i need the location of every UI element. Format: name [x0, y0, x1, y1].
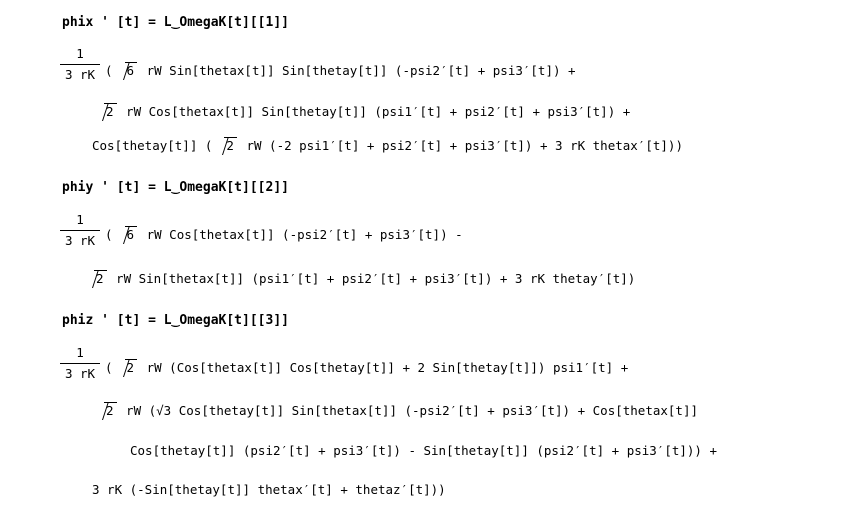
fraction-denominator: 3 rK — [64, 67, 96, 82]
input-cell-phix[interactable]: phix ' [t] = L‿OmegaK[t][[1]] — [62, 14, 289, 32]
fraction-denominator: 3 rK — [64, 366, 96, 381]
sqrt-symbol: 2 — [92, 103, 117, 121]
sqrt-symbol: 2 — [212, 137, 237, 155]
sqrt-symbol: 6 — [113, 62, 138, 80]
expr-text: rW Sin[thetax[t]] (psi1′[t] + psi2′[t] +… — [108, 271, 636, 286]
output-line: 2 rW Cos[thetax[t]] Sin[thetay[t]] (psi1… — [92, 103, 630, 121]
expr-text: rW Cos[thetax[t]] Sin[thetay[t]] (psi1′[… — [118, 104, 631, 119]
sqrt-symbol: 6 — [113, 226, 138, 244]
expr-text: Cos[thetay[t]] (psi2′[t] + psi3′[t]) - S… — [130, 443, 717, 458]
expr-text: ( — [105, 63, 113, 78]
fraction-one-third-rk: 1 3 rK — [60, 212, 100, 249]
expr-text: rW (√3 Cos[thetay[t]] Sin[thetax[t]] (-p… — [118, 403, 699, 418]
input-cell-phiy[interactable]: phiy ' [t] = L‿OmegaK[t][[2]] — [62, 179, 289, 197]
fraction-one-third-rk: 1 3 rK — [60, 345, 100, 382]
fraction-numerator: 1 — [76, 212, 84, 227]
expr-text: Cos[thetay[t]] ( — [92, 138, 213, 153]
input-cell-phiz[interactable]: phiz ' [t] = L‿OmegaK[t][[3]] — [62, 312, 289, 330]
sqrt-symbol: 2 — [113, 359, 138, 377]
sqrt-symbol: 2 — [92, 402, 117, 420]
output-line: Cos[thetay[t]] (psi2′[t] + psi3′[t]) - S… — [130, 442, 717, 460]
expr-text: 3 rK (-Sin[thetay[t]] thetax′[t] + theta… — [92, 482, 446, 497]
output-line: 2 rW (√3 Cos[thetay[t]] Sin[thetax[t]] (… — [92, 402, 698, 420]
fraction-numerator: 1 — [76, 345, 84, 360]
expr-text: rW (-2 psi1′[t] + psi2′[t] + psi3′[t]) +… — [238, 138, 683, 153]
fraction-numerator: 1 — [76, 46, 84, 61]
expr-text: ( — [105, 227, 113, 242]
output-line: (6 rW Sin[thetax[t]] Sin[thetay[t]] (-ps… — [105, 62, 576, 80]
fraction-denominator: 3 rK — [64, 233, 96, 248]
fraction-bar — [60, 230, 100, 231]
fraction-bar — [60, 363, 100, 364]
output-line: (6 rW Cos[thetax[t]] (-psi2′[t] + psi3′[… — [105, 226, 463, 244]
expr-text: rW (Cos[thetax[t]] Cos[thetay[t]] + 2 Si… — [139, 360, 629, 375]
sqrt-symbol: 2 — [82, 270, 107, 288]
expr-text: ( — [105, 360, 113, 375]
fraction-one-third-rk: 1 3 rK — [60, 46, 100, 83]
output-line: 2 rW Sin[thetax[t]] (psi1′[t] + psi2′[t]… — [82, 270, 635, 288]
fraction-bar — [60, 64, 100, 65]
output-line: 3 rK (-Sin[thetay[t]] thetax′[t] + theta… — [92, 481, 446, 499]
output-line: Cos[thetay[t]] (2 rW (-2 psi1′[t] + psi2… — [92, 137, 683, 155]
expr-text: rW Cos[thetax[t]] (-psi2′[t] + psi3′[t])… — [139, 227, 463, 242]
output-line: (2 rW (Cos[thetax[t]] Cos[thetay[t]] + 2… — [105, 359, 628, 377]
expr-text: rW Sin[thetax[t]] Sin[thetay[t]] (-psi2′… — [139, 63, 576, 78]
